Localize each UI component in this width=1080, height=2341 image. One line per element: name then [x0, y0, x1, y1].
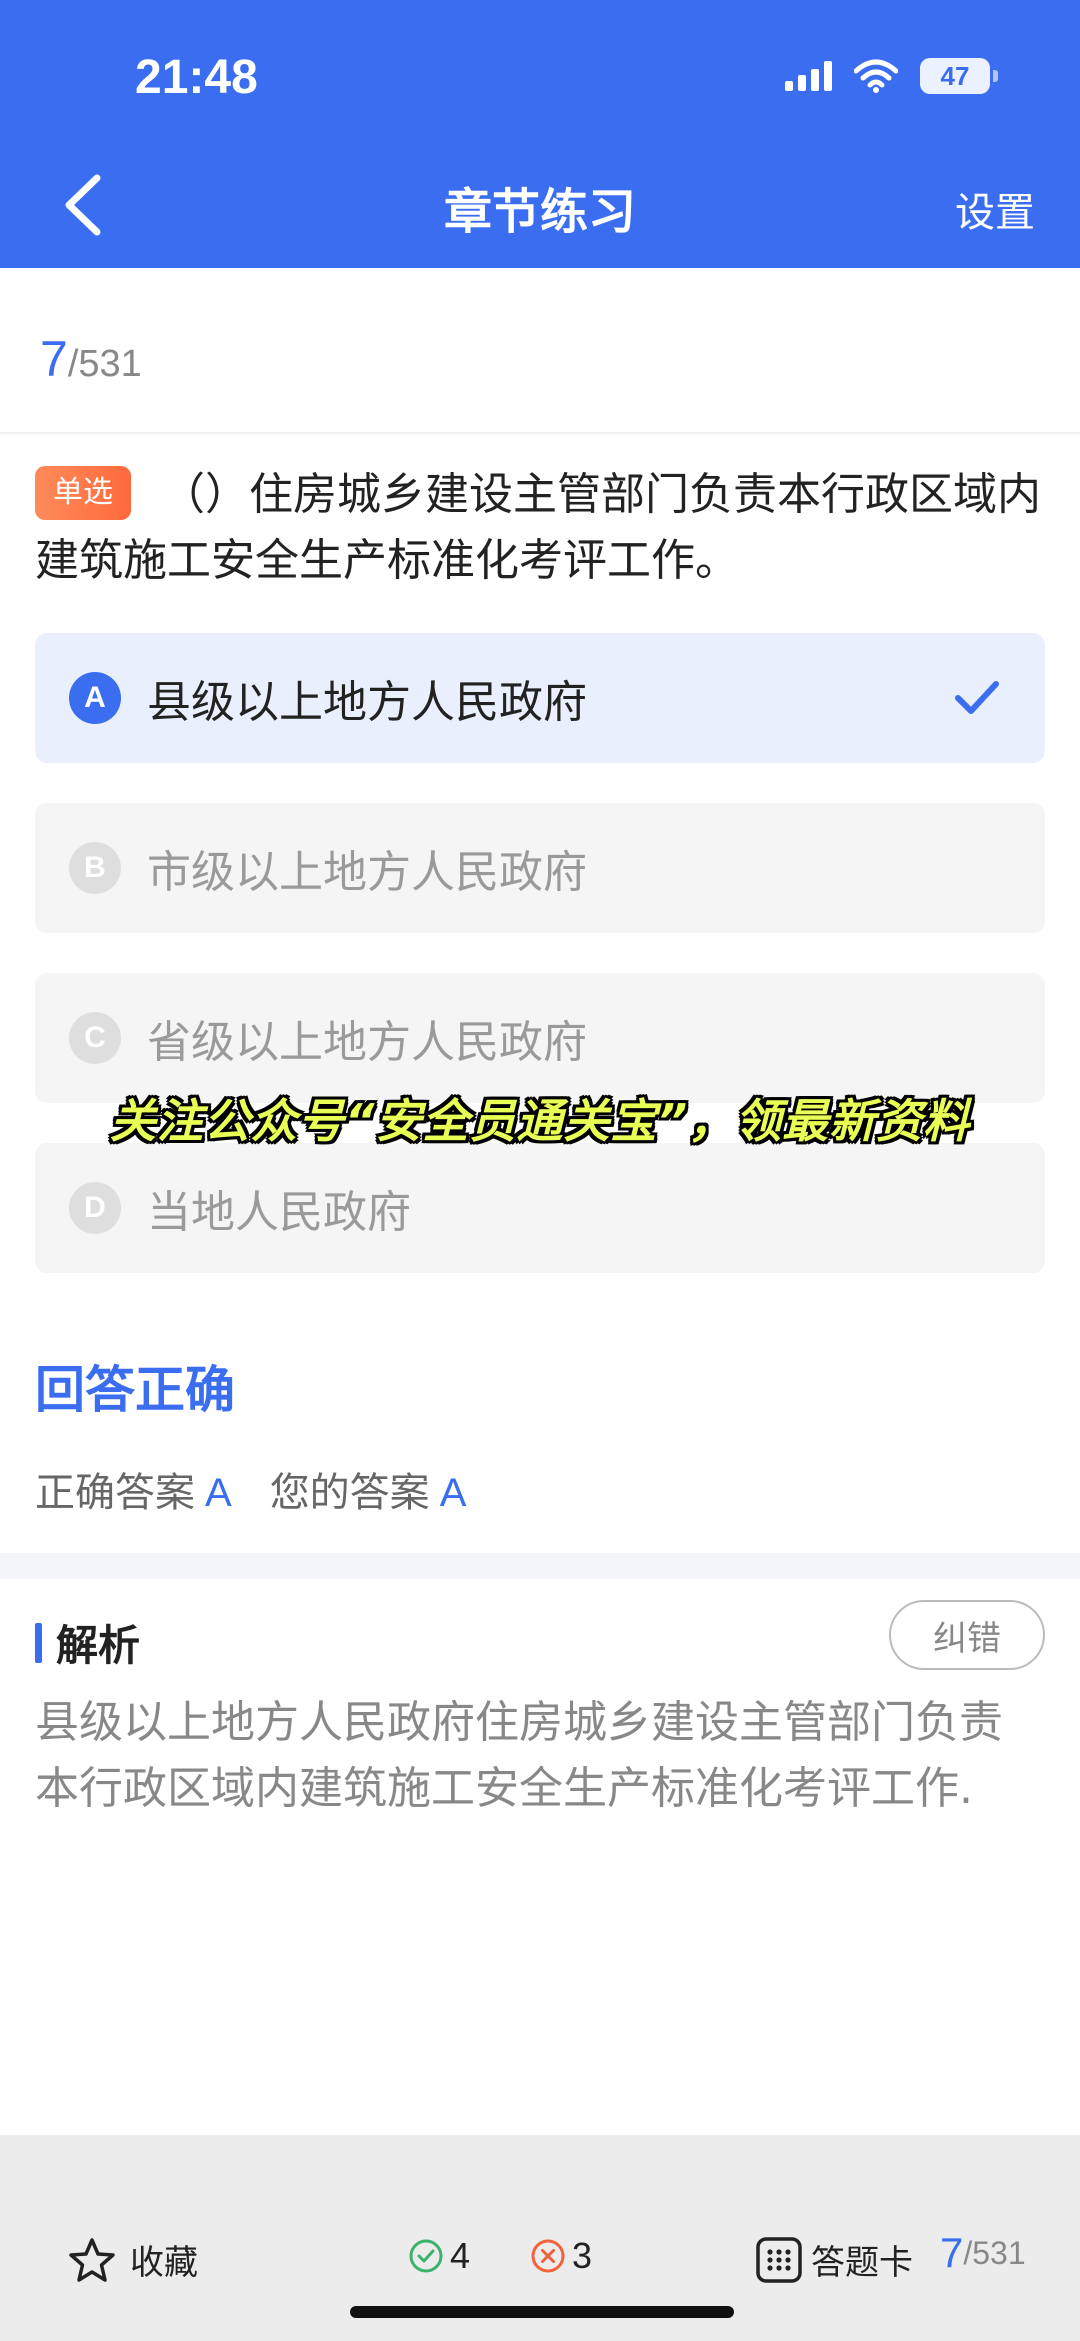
option-letter: C	[69, 1012, 121, 1064]
signal-icon	[785, 61, 832, 91]
option-text: 县级以上地方人民政府	[147, 677, 587, 728]
option-text: 省级以上地方人民政府	[147, 1017, 587, 1068]
question-type-tag: 单选	[35, 466, 131, 520]
answer-card-button[interactable]: 答题卡	[755, 2235, 913, 2284]
analysis-text: 县级以上地方人民政府住房城乡建设主管部门负责本行政区域内建筑施工安全生产标准化考…	[35, 1697, 1003, 1814]
status-time: 21:48	[135, 51, 258, 104]
option-c[interactable]: C 省级以上地方人民政府	[35, 973, 1045, 1103]
bottom-progress: 7/531	[940, 2229, 1026, 2277]
correct-answer-label: 正确答案	[35, 1470, 195, 1516]
right-count-value: 4	[450, 2235, 471, 2276]
correct-answer-value: A	[205, 1471, 232, 1515]
settings-button[interactable]: 设置	[955, 180, 1035, 238]
grid-icon	[756, 2236, 802, 2283]
your-answer-value: A	[439, 1471, 467, 1515]
option-d[interactable]: D 当地人民政府	[35, 1143, 1045, 1273]
option-text: 市级以上地方人民政府	[147, 847, 587, 898]
option-text: 当地人民政府	[147, 1187, 411, 1238]
answer-summary: 正确答案 A 您的答案 A	[35, 1460, 504, 1518]
bottom-progress-total: /531	[963, 2234, 1026, 2271]
wifi-icon	[854, 59, 898, 93]
divider	[0, 432, 1080, 434]
analysis-title: 解析	[56, 1621, 141, 1670]
collect-button[interactable]: 收藏	[68, 2235, 198, 2284]
check-icon	[955, 681, 999, 714]
battery-icon: 47	[920, 58, 998, 94]
right-circle-icon	[409, 2239, 443, 2273]
report-error-button[interactable]: 纠错	[889, 1600, 1045, 1670]
question-progress: 7/531	[40, 330, 142, 388]
analysis-accent-bar	[35, 1622, 42, 1663]
page-title: 章节练习	[443, 184, 636, 240]
option-letter: D	[69, 1182, 121, 1234]
right-count: 4	[408, 2235, 470, 2277]
progress-current: 7	[40, 331, 68, 387]
analysis-heading: 解析	[35, 1612, 140, 1673]
progress-total: /531	[67, 343, 142, 385]
answer-card-label: 答题卡	[811, 2243, 913, 2283]
section-divider	[0, 1553, 1080, 1579]
collect-label: 收藏	[130, 2243, 198, 2283]
wrong-circle-icon	[531, 2239, 565, 2273]
app-header: 21:48 47 章节练习 设置	[0, 0, 1080, 268]
option-letter: A	[69, 672, 121, 724]
option-b[interactable]: B 市级以上地方人民政府	[35, 803, 1045, 933]
option-letter: B	[69, 842, 121, 894]
option-a[interactable]: A 县级以上地方人民政府	[35, 633, 1045, 763]
home-indicator[interactable]	[350, 2306, 734, 2318]
question-stem: 单选 （）住房城乡建设主管部门负责本行政区域内建筑施工安全生产标准化考评工作。	[35, 462, 1050, 594]
your-answer-label: 您的答案	[269, 1470, 430, 1516]
star-icon	[69, 2237, 115, 2282]
question-text: （）住房城乡建设主管部门负责本行政区域内建筑施工安全生产标准化考评工作。	[35, 469, 1041, 586]
bottom-progress-current: 7	[940, 2229, 964, 2276]
promo-overlay-text: 关注公众号“安全员通关宝”，领最新资料	[109, 1094, 971, 1148]
result-title: 回答正确	[35, 1361, 235, 1419]
wrong-count-value: 3	[572, 2235, 593, 2276]
status-icons: 47	[785, 58, 998, 94]
wrong-count: 3	[530, 2235, 592, 2277]
